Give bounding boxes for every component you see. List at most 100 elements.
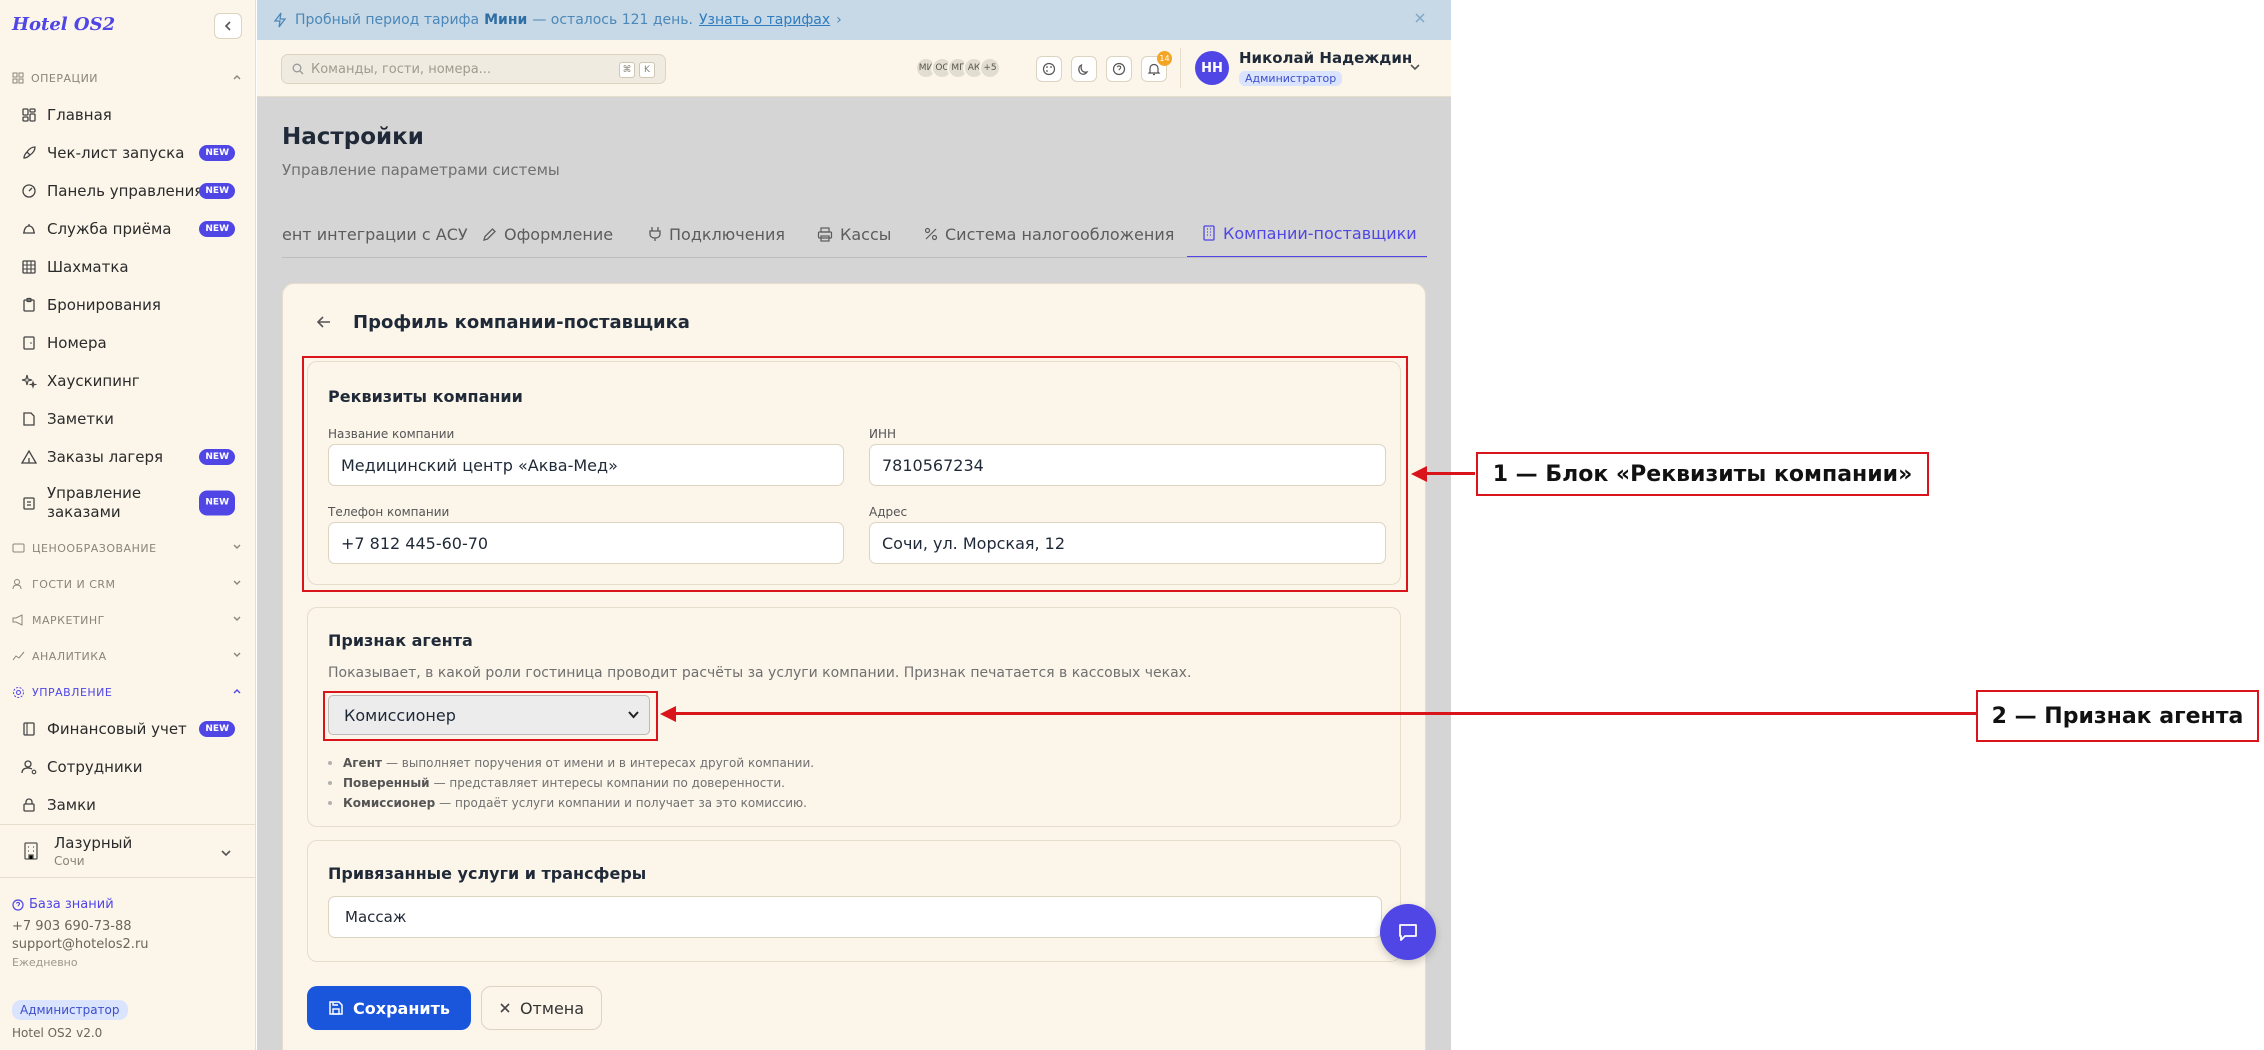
- sidebar: Hotel OS2 Операции Главная Чек-лист запу…: [0, 0, 256, 1050]
- new-badge: NEW: [199, 221, 235, 237]
- settings-tabs: ент интеграции с АСУ Оформление Подключе…: [282, 210, 1427, 258]
- grid-icon: [12, 72, 24, 84]
- close-icon[interactable]: [1413, 11, 1427, 25]
- sidebar-item-label: Заметки: [47, 410, 114, 428]
- bullet-dot: [328, 781, 332, 785]
- building-icon: [24, 842, 38, 860]
- help-circle-icon: [1112, 62, 1126, 76]
- section-management[interactable]: Управление: [0, 674, 256, 710]
- section-guests-crm[interactable]: Гости и CRM: [0, 566, 256, 602]
- tab-cash-registers[interactable]: Кассы: [817, 210, 892, 257]
- sidebar-nav: Операции Главная Чек-лист запуска NEW Па…: [0, 60, 256, 824]
- chat-button[interactable]: [1380, 904, 1436, 960]
- sidebar-item-front-desk[interactable]: Служба приёма NEW: [0, 210, 256, 248]
- lock-icon: [23, 798, 35, 812]
- divider: [1180, 48, 1181, 88]
- chat-icon: [1399, 924, 1417, 941]
- bell-desk-icon: [23, 224, 35, 234]
- tab-label: Подключения: [669, 224, 786, 244]
- sidebar-item-chessboard[interactable]: Шахматка: [0, 248, 256, 286]
- user-name[interactable]: Николай Надеждин: [1239, 49, 1412, 67]
- bullet-dot: [328, 761, 332, 765]
- section-analytics[interactable]: Аналитика: [0, 638, 256, 674]
- sidebar-item-housekeeping[interactable]: Хаускипинг: [0, 362, 256, 400]
- table-grid-icon: [22, 260, 36, 274]
- sidebar-item-control-panel[interactable]: Панель управления NEW: [0, 172, 256, 210]
- annotation-line: [1425, 472, 1475, 475]
- online-users[interactable]: МИ ОС МГ АК +5: [915, 57, 1001, 79]
- section-label: Маркетинг: [32, 613, 105, 627]
- notifications-button[interactable]: 14: [1141, 51, 1172, 82]
- sidebar-item-bookings[interactable]: Бронирования: [0, 286, 256, 324]
- sidebar-item-launch-checklist[interactable]: Чек-лист запуска NEW: [0, 134, 256, 172]
- wallet-icon: [12, 543, 25, 553]
- list-item: Комиссионер — продаёт услуги компании и п…: [328, 793, 814, 813]
- sidebar-item-label: Чек-лист запуска: [47, 144, 185, 162]
- sidebar-item-home[interactable]: Главная: [0, 96, 256, 134]
- pencil-icon: [483, 227, 496, 241]
- sidebar-item-rooms[interactable]: Номера: [0, 324, 256, 362]
- tab-connections[interactable]: Подключения: [648, 210, 786, 257]
- tab-supplier-companies[interactable]: Компании-поставщики: [1187, 210, 1427, 257]
- printer-icon: [817, 226, 833, 242]
- support-email[interactable]: support@hotelos2.ru: [12, 936, 149, 954]
- sidebar-item-camp-orders[interactable]: Заказы лагеря NEW: [0, 438, 256, 476]
- app-version: Hotel OS2 v2.0: [12, 1026, 103, 1040]
- dark-mode-button[interactable]: [1071, 56, 1097, 82]
- cancel-button[interactable]: Отмена: [481, 986, 602, 1030]
- section-pricing[interactable]: Ценообразование: [0, 530, 256, 566]
- sidebar-collapse-button[interactable]: [214, 13, 242, 39]
- arrow-left-icon[interactable]: [316, 314, 332, 330]
- chart-line-icon: [12, 651, 25, 661]
- theme-palette-button[interactable]: [1036, 56, 1062, 82]
- shortcut-key: ⌘: [619, 62, 635, 78]
- tab-tax-system[interactable]: Система налогообложения: [924, 210, 1174, 257]
- bolt-icon: [273, 12, 287, 28]
- sidebar-item-label: Заказы лагеря: [47, 448, 164, 466]
- new-badge: NEW: [199, 490, 235, 516]
- card-title: Профиль компании-поставщика: [353, 312, 690, 333]
- page-title: Настройки: [282, 124, 424, 150]
- avatar-more: +5: [979, 57, 1001, 79]
- support-phone[interactable]: +7 903 690-73-88: [12, 918, 149, 936]
- save-button[interactable]: Сохранить: [307, 986, 471, 1030]
- tab-appearance[interactable]: Оформление: [482, 210, 613, 257]
- chevron-down-icon: [233, 652, 241, 657]
- section-marketing[interactable]: Маркетинг: [0, 602, 256, 638]
- new-badge: NEW: [199, 449, 235, 465]
- sidebar-item-label: Замки: [47, 796, 96, 814]
- search-icon: [292, 63, 304, 75]
- linked-services-field[interactable]: Массаж: [328, 896, 1382, 938]
- tab-asu-integration[interactable]: ент интеграции с АСУ: [282, 210, 468, 257]
- sidebar-item-label: Бронирования: [47, 296, 161, 314]
- dashboard-icon: [22, 108, 36, 122]
- percent-icon: [924, 227, 938, 241]
- agent-definitions: Агент — выполняет поручения от имени и в …: [328, 753, 814, 813]
- help-button[interactable]: [1106, 56, 1132, 82]
- annotation-label-1: 1 — Блок «Реквизиты компании»: [1476, 452, 1929, 496]
- sidebar-item-locks[interactable]: Замки: [0, 786, 256, 824]
- chevron-down-icon[interactable]: [1409, 61, 1421, 73]
- chevron-down-icon: [221, 850, 231, 857]
- search-input[interactable]: Команды, гости, номера... ⌘ K: [281, 54, 666, 84]
- palette-icon: [1042, 62, 1056, 76]
- brand-logo[interactable]: Hotel OS2: [12, 14, 115, 35]
- rocket-icon: [23, 146, 36, 159]
- section-operations[interactable]: Операции: [0, 60, 256, 96]
- gauge-icon: [22, 184, 36, 198]
- sidebar-item-staff[interactable]: Сотрудники: [0, 748, 256, 786]
- trial-plan: Мини: [484, 12, 528, 28]
- sidebar-item-label: Сотрудники: [47, 758, 143, 776]
- sidebar-item-order-management[interactable]: Управление заказами NEW: [0, 476, 256, 530]
- knowledge-base-link[interactable]: База знаний: [12, 896, 149, 914]
- pricing-link[interactable]: Узнать о тарифах: [699, 12, 830, 28]
- panel-title: Признак агента: [328, 631, 473, 650]
- hotel-switcher[interactable]: Лазурный Сочи: [0, 824, 256, 878]
- section-label: Гости и CRM: [32, 577, 116, 591]
- tab-label: Компании-поставщики: [1223, 223, 1417, 243]
- sidebar-item-notes[interactable]: Заметки: [0, 400, 256, 438]
- user-avatar[interactable]: НН: [1195, 51, 1229, 85]
- save-label: Сохранить: [353, 998, 450, 1018]
- tab-label: Кассы: [840, 224, 892, 244]
- sidebar-item-finance[interactable]: Финансовый учет NEW: [0, 710, 256, 748]
